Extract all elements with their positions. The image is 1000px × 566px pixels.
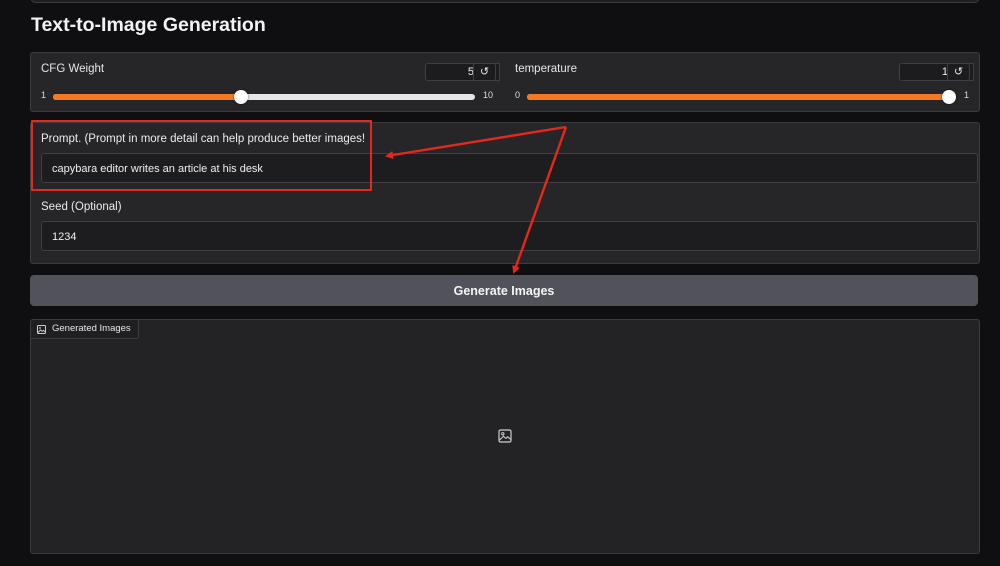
page-title: Text-to-Image Generation [31, 14, 266, 36]
seed-input[interactable]: 1234 [41, 221, 978, 251]
prompt-label: Prompt. (Prompt in more detail can help … [41, 133, 366, 145]
generate-images-button[interactable]: Generate Images [30, 275, 978, 306]
seed-label: Seed (Optional) [41, 201, 122, 213]
temperature-slider-fill [527, 94, 949, 100]
cfg-weight-slider-block: CFG Weight 5 ↺ 1 10 [31, 53, 505, 111]
previous-panel-edge [30, 0, 980, 3]
generated-images-tab: Generated Images [31, 320, 139, 339]
reset-icon: ↺ [479, 66, 490, 78]
temperature-max-label: 1 [964, 90, 970, 100]
image-placeholder-icon [498, 429, 512, 443]
cfg-weight-min-label: 1 [41, 90, 47, 100]
reset-icon: ↺ [953, 66, 964, 78]
cfg-weight-slider-fill [53, 94, 241, 100]
cfg-weight-reset-button[interactable]: ↺ [473, 63, 496, 81]
temperature-slider-thumb[interactable] [942, 90, 956, 104]
cfg-weight-slider-thumb[interactable] [233, 90, 248, 104]
generated-images-tab-label: Generated Images [52, 323, 131, 334]
parameters-panel: CFG Weight 5 ↺ 1 10 temperature 1 ↺ 0 1 [30, 52, 980, 112]
temperature-reset-button[interactable]: ↺ [947, 63, 970, 81]
temperature-slider-track[interactable] [527, 90, 956, 104]
temperature-min-label: 0 [515, 90, 521, 100]
temperature-slider-block: temperature 1 ↺ 0 1 [505, 53, 979, 111]
prompt-input[interactable]: capybara editor writes an article at his… [41, 153, 978, 183]
generated-images-panel: Generated Images [30, 319, 980, 554]
cfg-weight-max-label: 10 [483, 90, 494, 100]
temperature-label: temperature [515, 63, 578, 75]
cfg-weight-label: CFG Weight [41, 63, 105, 75]
input-panel: Prompt. (Prompt in more detail can help … [30, 122, 980, 264]
cfg-weight-slider-track[interactable] [53, 90, 475, 104]
image-icon [37, 324, 46, 334]
